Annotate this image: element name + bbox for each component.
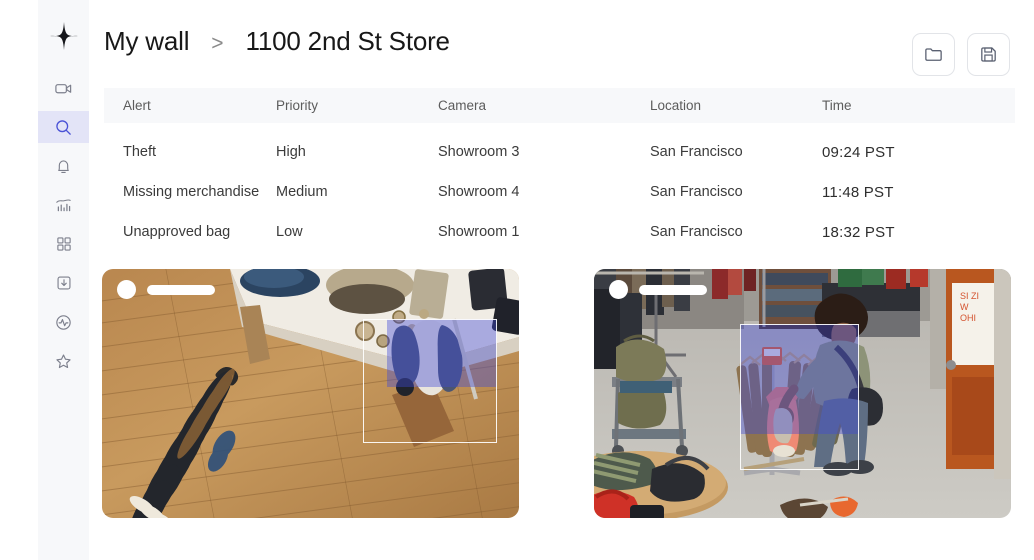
sidebar-item-apps[interactable] (38, 228, 89, 260)
svg-text:SI ZI: SI ZI (960, 291, 979, 301)
star-icon (56, 353, 71, 368)
sidebar-item-downloads[interactable] (38, 267, 89, 299)
detection-bounding-box (740, 324, 859, 470)
breadcrumb: My wall > 1100 2nd St Store (104, 26, 450, 57)
video-overlay-placeholder (117, 280, 215, 299)
save-icon (981, 47, 996, 62)
save-button[interactable] (967, 33, 1010, 76)
column-header-alert[interactable]: Alert (104, 98, 276, 113)
sidebar-item-analytics[interactable] (38, 189, 89, 221)
cell-priority: Medium (276, 184, 328, 200)
header-actions (912, 33, 1010, 76)
sidebar-item-search[interactable] (38, 111, 89, 143)
video-tile-showroom-entrance[interactable]: SI ZI W OHI (594, 269, 1011, 518)
cell-priority: High (276, 144, 306, 160)
cell-camera: Showroom 4 (438, 184, 520, 200)
cell-time: 09:24 PST (822, 143, 895, 161)
sidebar-item-activity[interactable] (38, 306, 89, 338)
sparkle-logo-icon (49, 22, 78, 50)
cell-alert: Unapproved bag (123, 224, 231, 240)
grid-icon (56, 237, 71, 251)
video-grid: SI ZI W OHI (102, 269, 1011, 518)
alerts-table: Alert Priority Camera Location Time Thef… (104, 88, 1015, 252)
table-row[interactable]: Theft High Showroom 3 San Francisco 09:2… (104, 132, 1015, 172)
cell-time: 18:32 PST (822, 223, 895, 241)
cell-location: San Francisco (650, 144, 743, 160)
column-header-location[interactable]: Location (650, 98, 822, 113)
sidebar-item-alerts[interactable] (38, 150, 89, 182)
app-logo[interactable] (38, 0, 89, 72)
placeholder-label-bar (147, 284, 215, 295)
column-header-camera[interactable]: Camera (438, 98, 650, 113)
search-icon (56, 119, 71, 135)
folder-icon (925, 48, 942, 61)
cell-camera: Showroom 3 (438, 144, 520, 160)
breadcrumb-parent[interactable]: My wall (104, 26, 189, 57)
page-title: 1100 2nd St Store (245, 26, 450, 56)
sidebar (38, 0, 89, 560)
cell-alert: Missing merchandise (123, 184, 260, 200)
download-icon (56, 276, 71, 290)
table-row[interactable]: Unapproved bag Low Showroom 1 San Franci… (104, 212, 1015, 252)
video-tile-showroom-overhead[interactable] (102, 269, 519, 518)
open-folder-button[interactable] (912, 33, 955, 76)
table-row[interactable]: Missing merchandise Medium Showroom 4 Sa… (104, 172, 1015, 212)
cell-alert: Theft (123, 144, 157, 160)
cell-priority: Low (276, 224, 303, 240)
sidebar-item-favorites[interactable] (38, 345, 89, 377)
activity-icon (56, 314, 71, 330)
cell-time: 11:48 PST (822, 183, 894, 201)
video-overlay-placeholder (609, 280, 707, 299)
svg-text:W: W (960, 302, 969, 312)
video-camera-icon (55, 83, 72, 93)
table-header-row: Alert Priority Camera Location Time (104, 88, 1015, 123)
sidebar-item-cameras[interactable] (38, 72, 89, 104)
breadcrumb-separator-icon: > (211, 32, 224, 55)
app-root: My wall > 1100 2nd St Store Alert Priori… (0, 0, 1034, 560)
placeholder-avatar (609, 280, 628, 299)
bell-icon (58, 159, 69, 173)
placeholder-label-bar (639, 284, 707, 295)
analytics-icon (56, 198, 71, 211)
page-header: My wall > 1100 2nd St Store (89, 0, 1034, 88)
cell-location: San Francisco (650, 224, 743, 240)
svg-text:OHI: OHI (960, 313, 976, 323)
column-header-time[interactable]: Time (822, 98, 982, 113)
cell-location: San Francisco (650, 184, 743, 200)
cell-camera: Showroom 1 (438, 224, 520, 240)
column-header-priority[interactable]: Priority (276, 98, 438, 113)
detection-bounding-box (363, 319, 497, 443)
placeholder-avatar (117, 280, 136, 299)
